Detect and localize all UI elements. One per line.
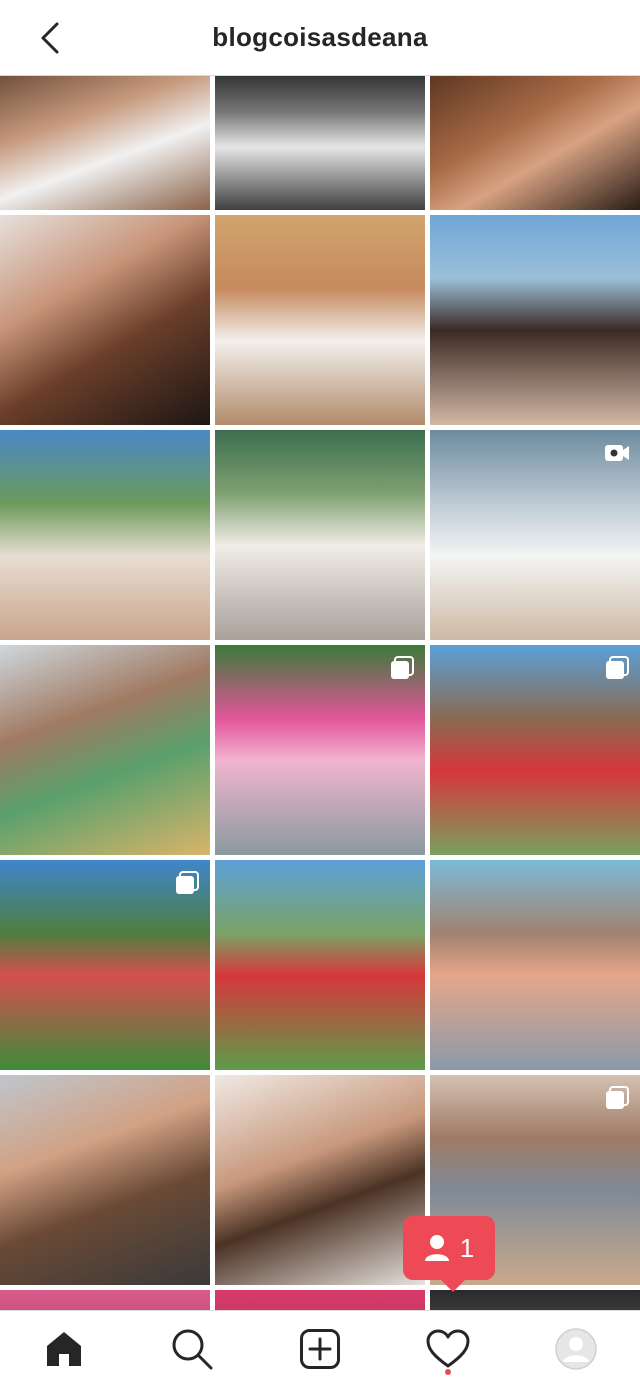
grid-photo[interactable] (0, 860, 210, 1070)
grid-photo[interactable] (0, 645, 210, 855)
bottom-tab-bar (0, 1310, 640, 1386)
activity-notification-bubble[interactable]: 1 (403, 1216, 495, 1292)
page-title: blogcoisasdeana (212, 22, 428, 52)
grid-photo[interactable] (430, 1290, 640, 1310)
grid-photo[interactable] (215, 860, 425, 1070)
grid-photo[interactable] (215, 215, 425, 425)
chevron-left-icon (41, 22, 59, 54)
video-icon (605, 445, 629, 461)
grid-photo[interactable] (0, 430, 210, 640)
carousel-icon (391, 656, 414, 679)
tab-activity[interactable] (418, 1319, 478, 1379)
grid-photo[interactable] (215, 645, 425, 855)
grid-photo[interactable] (430, 215, 640, 425)
grid-photo[interactable] (215, 430, 425, 640)
top-bar: blogcoisasdeana (0, 0, 640, 76)
home-icon (47, 1331, 81, 1366)
tab-new-post[interactable] (290, 1319, 350, 1379)
carousel-icon (176, 871, 199, 894)
grid-photo[interactable] (430, 645, 640, 855)
avatar (555, 1327, 597, 1370)
grid-photo[interactable] (215, 76, 425, 210)
grid-photo[interactable] (430, 430, 640, 640)
carousel-icon (606, 1086, 629, 1109)
activity-dot (445, 1368, 451, 1375)
tab-home[interactable] (34, 1319, 94, 1379)
tab-profile[interactable] (546, 1319, 606, 1379)
grid-photo[interactable] (0, 1290, 210, 1310)
carousel-icon (606, 656, 629, 679)
notification-count: 1 (459, 1232, 475, 1263)
search-icon (172, 1329, 213, 1369)
heart-icon (426, 1329, 470, 1367)
plus-square-icon (300, 1328, 340, 1369)
grid-photo[interactable] (0, 215, 210, 425)
tab-search[interactable] (162, 1319, 222, 1379)
grid-photo[interactable] (430, 860, 640, 1070)
grid-photo[interactable] (430, 76, 640, 210)
grid-photo[interactable] (215, 1290, 425, 1310)
grid-photo[interactable] (0, 1075, 210, 1285)
photo-grid (0, 76, 640, 1310)
person-icon (424, 1235, 449, 1261)
grid-photo[interactable] (215, 1075, 425, 1285)
back-button[interactable] (30, 18, 70, 58)
grid-photo[interactable] (0, 76, 210, 210)
